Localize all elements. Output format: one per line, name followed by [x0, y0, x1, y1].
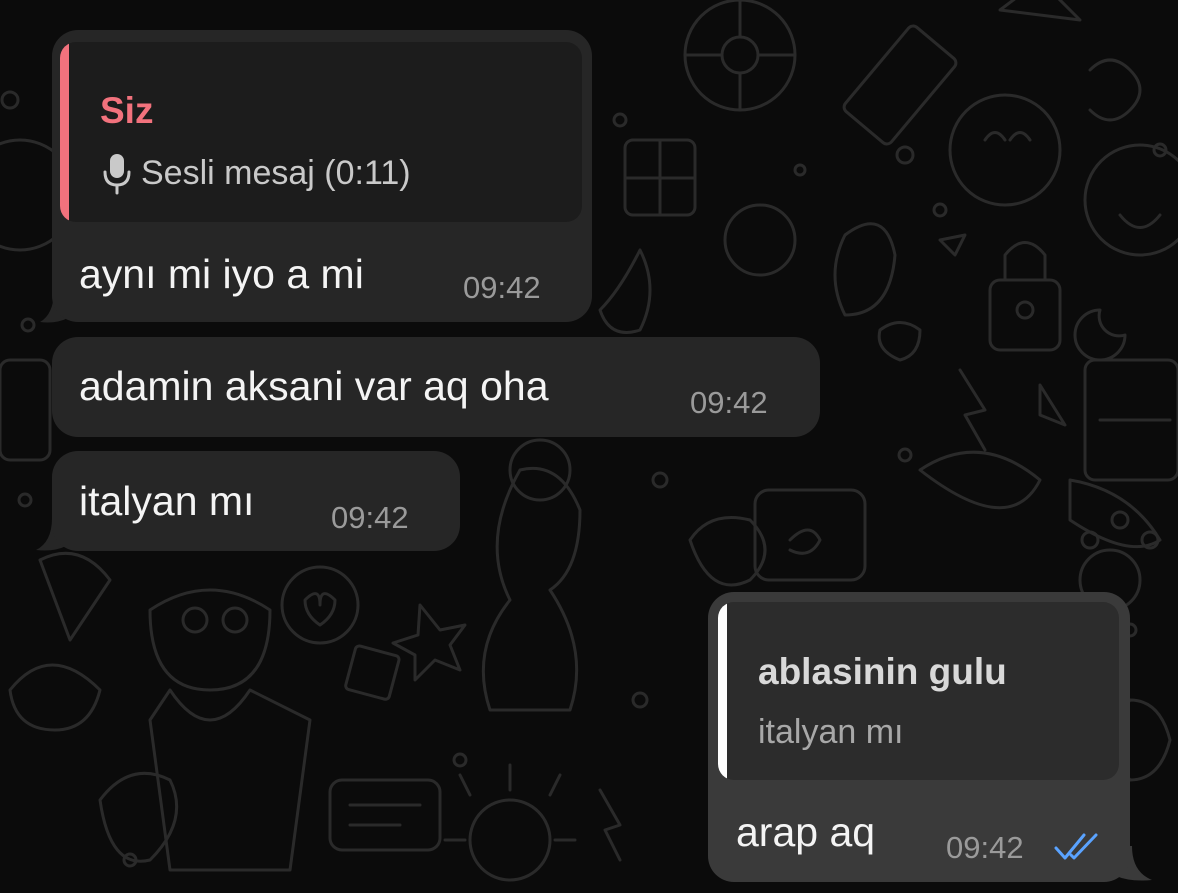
message-text: aynı mi iyo a mi — [79, 251, 364, 297]
reply-accent-bar — [718, 602, 727, 780]
message-text: adamin aksani var aq oha — [79, 363, 549, 409]
message-time: 09:42 — [690, 385, 768, 420]
message-text: italyan mı — [79, 478, 255, 524]
double-check-read-icon — [1054, 832, 1102, 862]
message-time: 09:42 — [463, 270, 541, 305]
reply-quote[interactable]: ablasinin gulu italyan mı — [718, 602, 1119, 780]
reply-sender-name: ablasinin gulu — [758, 651, 1007, 692]
message-bubble-incoming[interactable]: Siz Sesli mesaj (0:11) aynı mi iyo a mi … — [52, 30, 592, 322]
reply-accent-bar — [60, 42, 69, 222]
message-time: 09:42 — [331, 500, 409, 535]
microphone-icon — [102, 152, 132, 196]
message-time: 09:42 — [946, 830, 1024, 865]
reply-body: Sesli mesaj (0:11) — [141, 154, 411, 192]
message-bubble-outgoing[interactable]: ablasinin gulu italyan mı arap aq 09:42 — [708, 592, 1130, 882]
reply-sender-name: Siz — [100, 90, 154, 131]
message-bubble-incoming[interactable]: italyan mı 09:42 — [52, 451, 460, 551]
message-bubble-incoming[interactable]: adamin aksani var aq oha 09:42 — [52, 337, 820, 437]
reply-quote[interactable]: Siz Sesli mesaj (0:11) — [60, 42, 582, 222]
reply-body: italyan mı — [758, 713, 904, 751]
message-text: arap aq — [736, 809, 876, 855]
